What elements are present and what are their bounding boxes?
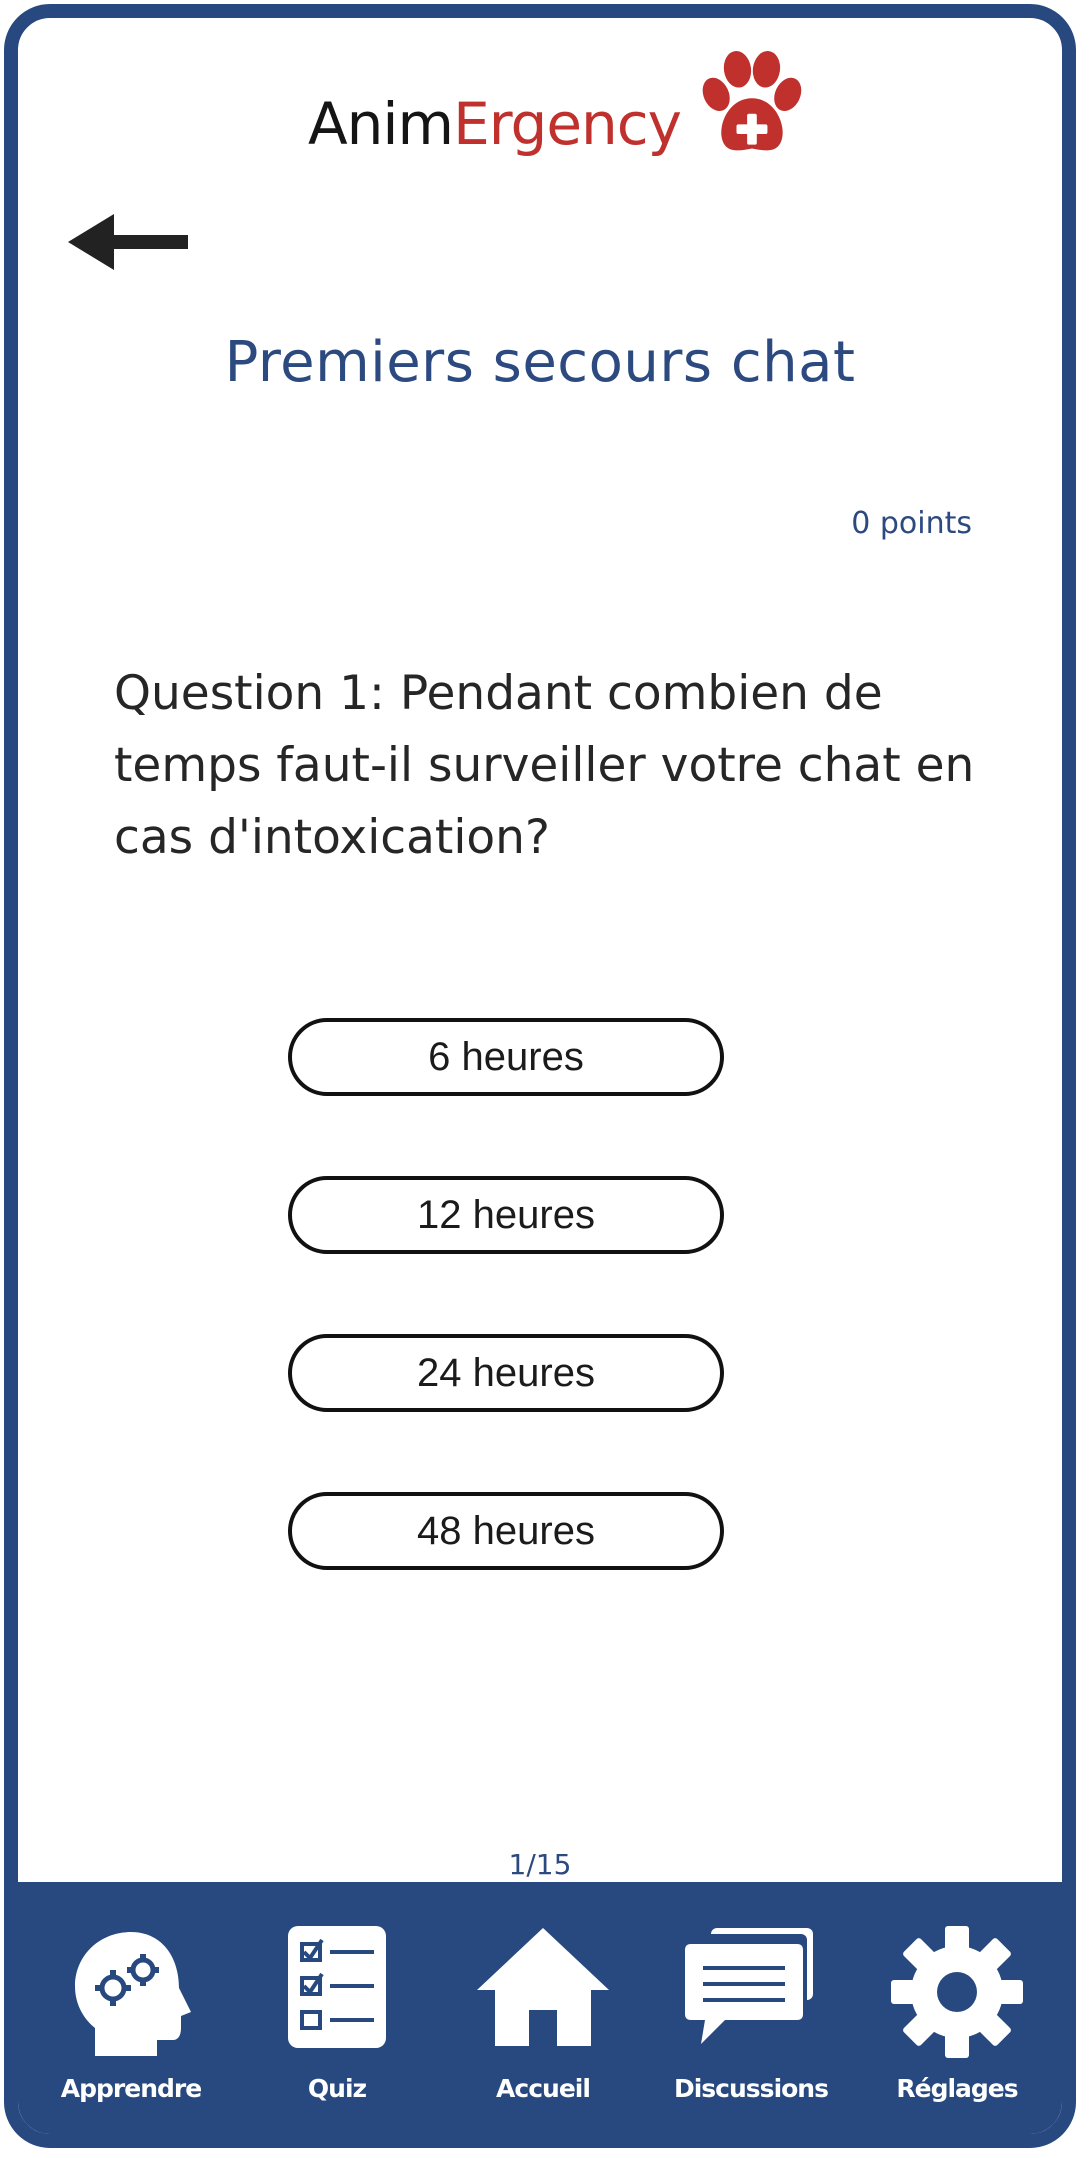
nav-item-apprendre[interactable]: Apprendre	[36, 1882, 226, 2134]
gear-icon	[891, 1926, 1023, 2058]
nav-label-accueil: Accueil	[496, 2074, 591, 2103]
left-arrow-icon	[68, 214, 188, 270]
nav-label-apprendre: Apprendre	[60, 2074, 202, 2103]
answer-list: 6 heures 12 heures 24 heures 48 heures	[288, 1018, 740, 1650]
nav-item-reglages[interactable]: Réglages	[862, 1882, 1052, 2134]
nav-label-discussions: Discussions	[673, 2074, 829, 2103]
nav-item-accueil[interactable]: Accueil	[448, 1882, 638, 2134]
head-gears-icon	[75, 1932, 191, 2056]
chat-bubbles-icon	[685, 1928, 813, 2044]
nav-label-quiz: Quiz	[307, 2074, 367, 2103]
nav-item-quiz[interactable]: Quiz	[242, 1882, 432, 2134]
logo-text-ergency: Ergency	[453, 90, 682, 158]
app-frame: AnimErgency Premiers secours chat 0 poin…	[0, 0, 1092, 2158]
logo-text: AnimErgency	[308, 90, 682, 158]
nav-label-reglages: Réglages	[896, 2074, 1018, 2103]
nav-item-discussions[interactable]: Discussions	[656, 1882, 846, 2134]
answer-option-4[interactable]: 48 heures	[288, 1492, 724, 1570]
back-button[interactable]	[68, 210, 192, 274]
bottom-nav: Apprendre Quiz Accueil Discussions Régla…	[18, 1882, 1062, 2134]
logo-text-anim: Anim	[308, 90, 454, 158]
home-icon	[477, 1928, 609, 2046]
points-counter: 0 points	[851, 506, 972, 541]
app-logo: AnimErgency	[298, 48, 818, 168]
answer-option-3[interactable]: 24 heures	[288, 1334, 724, 1412]
question-progress: 1/15	[508, 1848, 572, 1881]
page-title: Premiers secours chat	[224, 330, 856, 395]
answer-option-1[interactable]: 6 heures	[288, 1018, 724, 1096]
answer-option-2[interactable]: 12 heures	[288, 1176, 724, 1254]
paw-cross-icon	[702, 50, 802, 151]
checklist-icon	[288, 1926, 386, 2048]
question-text: Question 1: Pendant combien de temps fau…	[114, 666, 975, 865]
screen: AnimErgency Premiers secours chat 0 poin…	[4, 4, 1076, 2148]
